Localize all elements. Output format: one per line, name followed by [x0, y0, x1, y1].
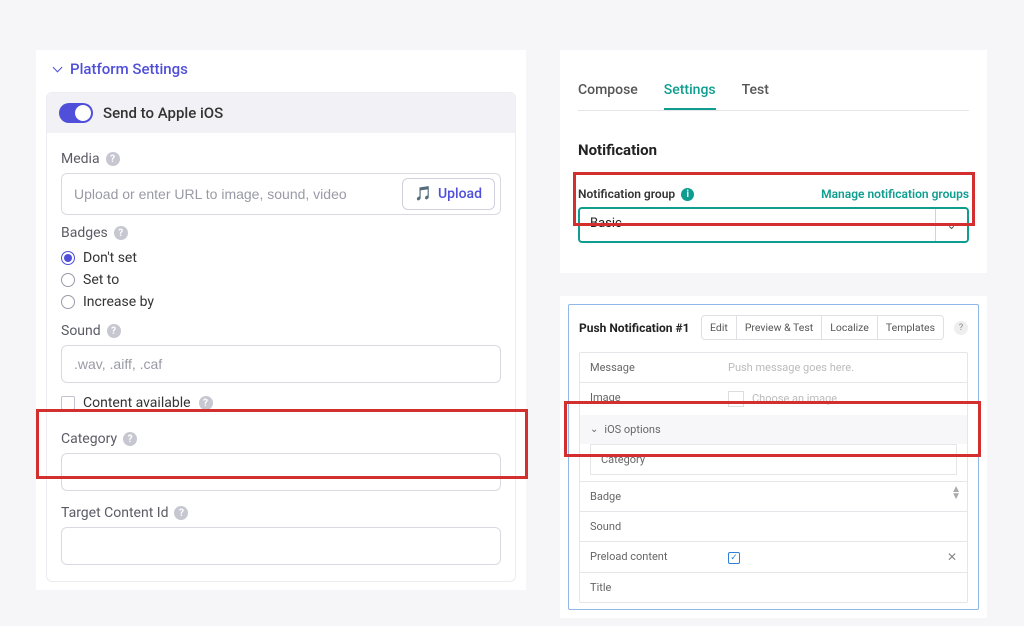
category-input[interactable]	[61, 453, 501, 491]
category-row[interactable]: Category	[591, 445, 956, 474]
localize-button[interactable]: Localize	[822, 316, 878, 339]
help-icon[interactable]: ?	[123, 432, 137, 446]
tab-test[interactable]: Test	[742, 78, 769, 110]
upload-button-label: Upload	[438, 186, 482, 202]
radio-icon	[61, 273, 75, 287]
content-available-row[interactable]: Content available ?	[61, 383, 501, 415]
push-notification-title: Push Notification #1	[579, 321, 690, 335]
push-notification-card: Push Notification #1 Edit Preview & Test…	[568, 304, 979, 610]
badge-row[interactable]: Badge ▲▼	[580, 481, 967, 511]
media-icon: 🎵	[415, 186, 432, 202]
notification-group-label: Notification group	[578, 187, 675, 201]
platform-settings-title: Platform Settings	[70, 60, 188, 78]
settings-tabs: Compose Settings Test	[578, 78, 969, 111]
send-to-ios-label: Send to Apple iOS	[103, 104, 223, 122]
checkbox-icon	[61, 396, 75, 410]
ios-options-header[interactable]: ⌄ iOS options	[580, 415, 967, 444]
push-fields-table: Message Push message goes here. Image Ch…	[579, 352, 968, 603]
edit-button[interactable]: Edit	[702, 316, 737, 339]
push-notification-editor-panel: Push Notification #1 Edit Preview & Test…	[560, 296, 987, 618]
sound-input[interactable]	[61, 345, 501, 383]
category-label: Category	[61, 431, 117, 447]
checkbox-checked-icon[interactable]: ✓	[728, 552, 740, 564]
image-row[interactable]: Image Choose an image	[580, 382, 967, 415]
upload-button[interactable]: 🎵 Upload	[402, 178, 495, 210]
platform-settings-panel: Platform Settings Send to Apple iOS Medi…	[36, 50, 526, 590]
help-icon[interactable]: ?	[106, 152, 120, 166]
media-input-group: 🎵 Upload	[61, 173, 501, 215]
help-icon[interactable]: ?	[114, 226, 128, 240]
target-content-id-label: Target Content Id	[61, 505, 168, 521]
send-to-ios-toggle[interactable]	[59, 103, 93, 123]
title-row[interactable]: Title	[580, 572, 967, 602]
help-icon[interactable]: ?	[174, 506, 188, 520]
chevron-down-icon: ⌄	[935, 209, 967, 241]
badge-option-dont-set[interactable]: Don't set	[61, 247, 501, 269]
push-action-buttons: Edit Preview & Test Localize Templates	[701, 315, 944, 340]
chevron-down-icon	[52, 64, 62, 74]
badge-option-set-to[interactable]: Set to	[61, 269, 501, 291]
preview-test-button[interactable]: Preview & Test	[737, 316, 822, 339]
tab-settings[interactable]: Settings	[664, 78, 716, 110]
info-icon[interactable]: i	[681, 188, 694, 201]
notification-settings-panel: Compose Settings Test Notification Notif…	[560, 50, 987, 273]
help-icon[interactable]: ?	[107, 324, 121, 338]
target-content-id-input[interactable]	[61, 527, 501, 565]
media-url-input[interactable]	[62, 176, 397, 212]
image-thumb-icon	[728, 391, 744, 407]
badges-label: Badges	[61, 225, 108, 241]
radio-icon	[61, 251, 75, 265]
manage-groups-link[interactable]: Manage notification groups	[821, 187, 969, 201]
tab-compose[interactable]: Compose	[578, 78, 638, 110]
media-label: Media	[61, 151, 100, 167]
send-to-ios-section: Send to Apple iOS Media ? 🎵 Upload Badge…	[46, 92, 516, 582]
badge-option-increase-by[interactable]: Increase by	[61, 291, 501, 313]
chevron-down-icon: ⌄	[590, 424, 598, 435]
notification-heading: Notification	[578, 141, 969, 159]
close-icon[interactable]: ✕	[947, 550, 957, 564]
info-icon[interactable]: ?	[954, 321, 968, 335]
sound-label: Sound	[61, 323, 101, 339]
message-row[interactable]: Message Push message goes here.	[580, 353, 967, 382]
templates-button[interactable]: Templates	[878, 316, 943, 339]
stepper-icon[interactable]: ▲▼	[951, 486, 961, 500]
preload-content-row[interactable]: Preload content ✓ ✕	[580, 541, 967, 572]
help-icon[interactable]: ?	[199, 396, 213, 410]
notification-group-select[interactable]: Basic ⌄	[578, 207, 969, 243]
radio-icon	[61, 295, 75, 309]
sound-row[interactable]: Sound	[580, 511, 967, 541]
platform-settings-header[interactable]: Platform Settings	[36, 50, 526, 88]
notification-group-value: Basic	[580, 209, 935, 241]
